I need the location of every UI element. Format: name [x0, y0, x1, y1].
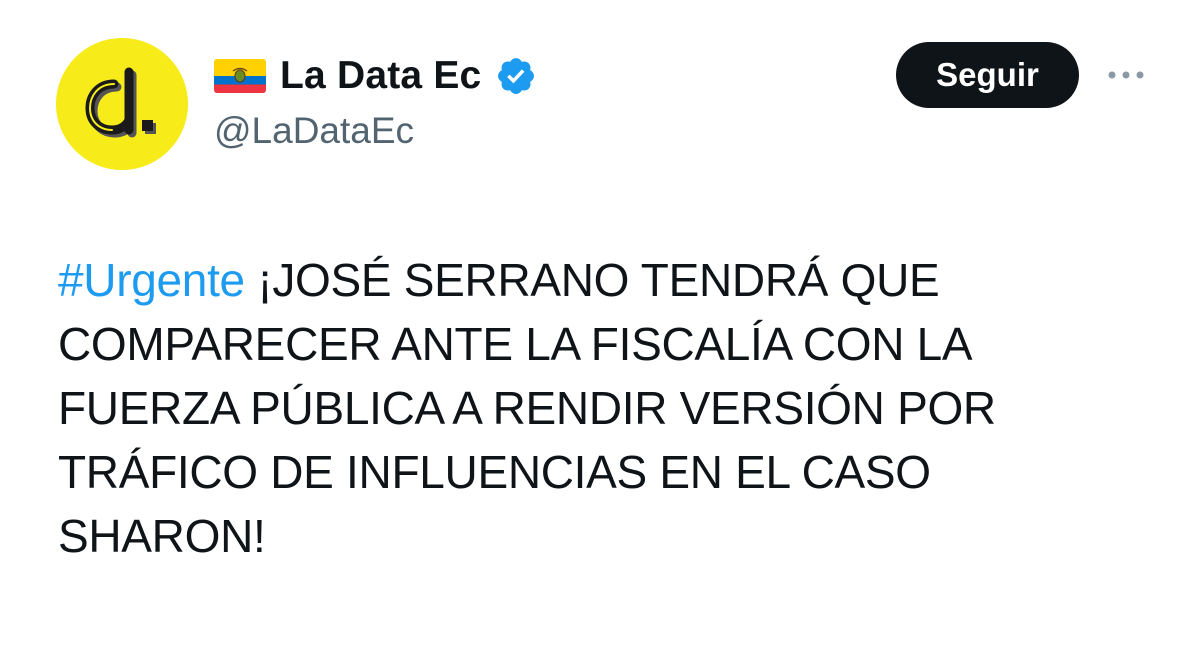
avatar[interactable] — [56, 38, 188, 170]
tweet-body: #Urgente ¡JOSÉ SERRANO TENDRÁ QUE COMPAR… — [58, 248, 1068, 568]
author-name-row: La Data Ec — [214, 50, 537, 102]
ecuador-flag-icon — [214, 59, 266, 93]
avatar-logo-icon — [56, 38, 188, 170]
tweet-card: La Data Ec @LaDataEc Seguir #Urgente ¡JO… — [0, 0, 1200, 650]
author-display-name[interactable]: La Data Ec — [280, 54, 481, 98]
verified-badge-icon — [495, 55, 537, 97]
author-handle[interactable]: @LaDataEc — [214, 110, 414, 152]
follow-button[interactable]: Seguir — [896, 42, 1079, 108]
more-horizontal-icon[interactable] — [1104, 60, 1148, 90]
hashtag-link[interactable]: #Urgente — [58, 254, 245, 306]
